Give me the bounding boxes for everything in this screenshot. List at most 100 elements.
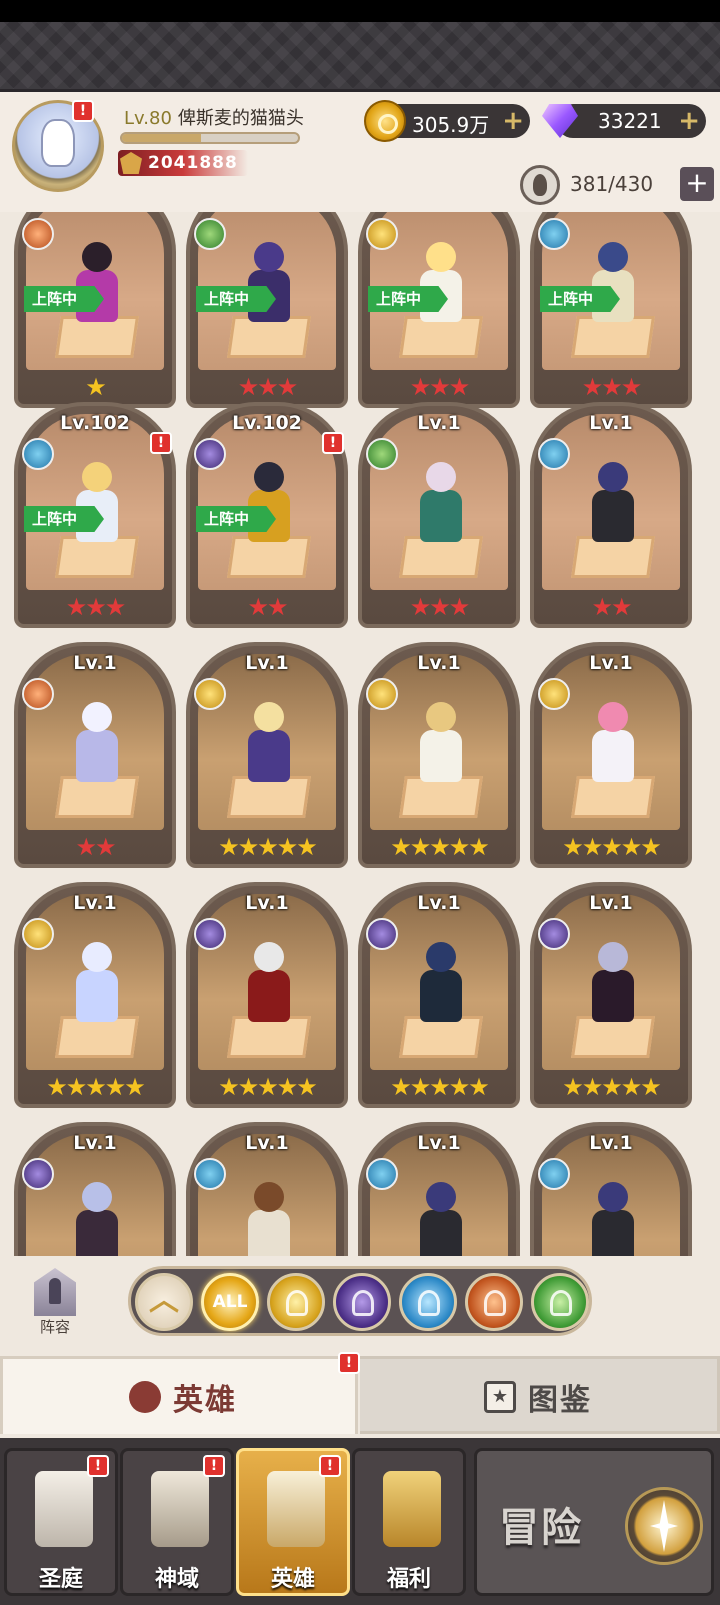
hero-slots-value: 381/430 <box>570 172 654 196</box>
water-faction-icon <box>366 1158 398 1190</box>
tab-heroes-label: 英雄 <box>173 1383 237 1418</box>
hero-sprite <box>234 698 304 790</box>
tab-row: 英雄 ! ★ 图鉴 <box>0 1352 720 1438</box>
hero-card[interactable]: Lv.1 ★★★★★ <box>358 882 520 1108</box>
compass-icon <box>625 1487 703 1565</box>
heroes-tab-alert-badge: ! <box>338 1352 360 1374</box>
xp-bar-fill <box>122 134 202 142</box>
hero-sprite-head <box>426 242 456 272</box>
hero-card[interactable]: Lv.1 <box>530 1122 692 1256</box>
gold-plus-icon[interactable]: + <box>502 106 524 136</box>
deployed-tag: 上阵中 <box>196 286 276 312</box>
hero-sprite-body <box>592 970 634 1022</box>
hero-sprite-head <box>82 1182 112 1212</box>
hero-card[interactable]: Lv.1 ★★★ <box>358 402 520 628</box>
hero-sprite-head <box>82 702 112 732</box>
collapse-up-button[interactable]: ︿ <box>135 1273 193 1331</box>
hero-stars: ★ <box>85 373 107 401</box>
hero-stars: ★★★★★ <box>562 833 662 861</box>
power-display: 2041888 <box>118 150 248 176</box>
hero-stars: ★★★ <box>409 373 471 401</box>
hero-stars: ★★★★★ <box>46 1073 146 1101</box>
filter-nature-button[interactable] <box>531 1273 589 1331</box>
lineup-button[interactable]: 阵容 <box>22 1266 88 1342</box>
hero-card[interactable]: Lv.1 ★★★★★ <box>186 642 348 868</box>
gem-value: 33221 <box>598 109 662 133</box>
hero-card[interactable]: Lv.1 ★★★★★ <box>530 882 692 1108</box>
hero-sprite <box>406 698 476 790</box>
hero-sprite-head <box>254 242 284 272</box>
filter-water-button[interactable] <box>399 1273 457 1331</box>
hero-card[interactable]: Lv.1 <box>14 1122 176 1256</box>
deployed-tag: 上阵中 <box>540 286 620 312</box>
adventure-button[interactable]: 冒险 <box>474 1448 714 1596</box>
hero-sprite-head <box>598 942 628 972</box>
tab-codex-label: 图鉴 <box>528 1383 592 1418</box>
gem-display[interactable]: 33221 + <box>556 104 706 138</box>
dark-faction-icon <box>22 1158 54 1190</box>
hero-card[interactable]: Lv.1 ★★★★★ <box>530 642 692 868</box>
tab-codex[interactable]: ★ 图鉴 <box>360 1356 720 1434</box>
hero-sprite-body <box>248 730 290 782</box>
hero-card[interactable]: Lv.102 上阵中! ★★ <box>186 402 348 628</box>
hero-sprite <box>578 1178 648 1256</box>
filter-dark-button[interactable] <box>333 1273 391 1331</box>
bottom-nav: 冒险 圣庭! 神域! 英雄! 福利 <box>0 1438 720 1605</box>
hero-sprite-body <box>592 1210 634 1256</box>
gem-plus-icon[interactable]: + <box>678 106 700 136</box>
nav-item[interactable]: 神域! <box>120 1448 234 1596</box>
hero-sprite-body <box>420 490 462 542</box>
avatar-alert-badge: ! <box>72 100 94 122</box>
hero-card[interactable]: 上阵中 ★★★ <box>186 212 348 408</box>
pawn-icon <box>34 1268 76 1316</box>
tab-heroes[interactable]: 英雄 <box>0 1356 358 1434</box>
hero-sprite <box>62 698 132 790</box>
hero-stars: ★★ <box>75 833 116 861</box>
gold-value: 305.9万 <box>412 113 490 137</box>
filter-light-button[interactable] <box>267 1273 325 1331</box>
light-faction-icon <box>286 1290 308 1316</box>
water-faction-icon <box>538 218 570 250</box>
hero-level: Lv.102 <box>60 412 130 434</box>
hero-sprite-head <box>254 702 284 732</box>
hero-sprite-head <box>598 462 628 492</box>
hero-card[interactable]: 上阵中 ★★★ <box>358 212 520 408</box>
nature-faction-icon <box>366 438 398 470</box>
dark-faction-icon <box>194 918 226 950</box>
hero-level: Lv.1 <box>417 652 461 674</box>
hero-card[interactable]: Lv.102 上阵中! ★★★ <box>14 402 176 628</box>
power-icon <box>120 152 142 174</box>
lineup-label: 阵容 <box>39 1318 70 1336</box>
hero-card[interactable]: 上阵中 ★ <box>14 212 176 408</box>
hero-stars: ★★★ <box>409 593 471 621</box>
light-faction-icon <box>194 678 226 710</box>
hero-slots-plus-icon[interactable]: + <box>680 167 714 201</box>
hero-level: Lv.1 <box>73 652 117 674</box>
nav-item[interactable]: 英雄! <box>236 1448 350 1596</box>
hero-card[interactable]: Lv.1 <box>358 1122 520 1256</box>
hero-card[interactable]: Lv.1 ★★★★★ <box>186 882 348 1108</box>
hero-card[interactable]: 上阵中 ★★★ <box>530 212 692 408</box>
avatar-portrait <box>41 119 75 167</box>
hero-card[interactable]: Lv.1 <box>186 1122 348 1256</box>
dark-faction-icon <box>194 438 226 470</box>
nav-item[interactable]: 福利 <box>352 1448 466 1596</box>
water-faction-icon <box>418 1290 440 1316</box>
light-faction-icon <box>366 678 398 710</box>
hero-level: Lv.1 <box>245 1132 289 1154</box>
hero-tab-icon <box>129 1381 161 1413</box>
hero-sprite-body <box>248 970 290 1022</box>
hero-card[interactable]: Lv.1 ★★ <box>530 402 692 628</box>
filter-fire-button[interactable] <box>465 1273 523 1331</box>
hero-stars: ★★★★★ <box>390 1073 490 1101</box>
hero-card[interactable]: Lv.1 ★★★★★ <box>14 882 176 1108</box>
hero-stars: ★★★★★ <box>390 833 490 861</box>
hero-stars: ★★★ <box>581 373 643 401</box>
nav-item[interactable]: 圣庭! <box>4 1448 118 1596</box>
filter-all-button[interactable]: ALL <box>201 1273 259 1331</box>
deployed-tag: 上阵中 <box>196 506 276 532</box>
hero-card[interactable]: Lv.1 ★★ <box>14 642 176 868</box>
hero-grid[interactable]: 上阵中 ★ 上阵中 ★★★ 上阵中 ★★★ 上阵中 ★★★ Lv.102 上阵中! ★★★ Lv.10… <box>0 212 720 1256</box>
hero-card[interactable]: Lv.1 ★★★★★ <box>358 642 520 868</box>
hero-sprite <box>234 238 304 330</box>
